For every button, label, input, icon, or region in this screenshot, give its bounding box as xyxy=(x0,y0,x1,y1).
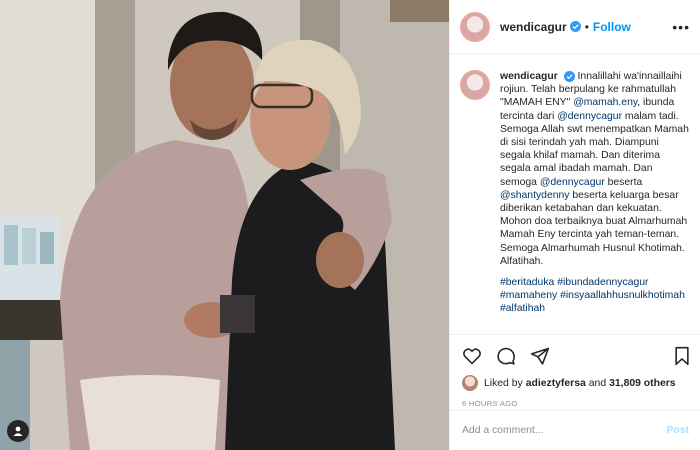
caption-area: wendicagur Innalillahi wa'innaillaihi ro… xyxy=(450,54,700,334)
verified-badge-icon xyxy=(569,21,581,32)
person-icon xyxy=(13,426,23,436)
likes-middle: and xyxy=(588,377,607,389)
post-header: wendicagur • Follow ••• xyxy=(450,0,700,54)
post-timestamp[interactable]: 6 HOURS AGO xyxy=(462,399,691,408)
caption-author-avatar[interactable] xyxy=(460,70,490,100)
likes-prefix: Liked by xyxy=(484,377,523,389)
mention-link[interactable]: @shantydenny xyxy=(500,190,569,201)
instagram-post-frame: wendicagur • Follow ••• wendicagur Innal… xyxy=(0,0,700,450)
author-username[interactable]: wendicagur xyxy=(500,20,567,34)
likes-summary: Liked by adieztyfersa and 31,809 others xyxy=(462,375,691,391)
comment-input[interactable] xyxy=(462,425,667,436)
follow-button[interactable]: Follow xyxy=(593,20,631,34)
bookmark-icon[interactable] xyxy=(673,346,691,366)
hashtag-link[interactable]: #alfatihah xyxy=(500,303,545,314)
caption-username[interactable]: wendicagur xyxy=(500,71,558,82)
likes-count[interactable]: 31,809 others xyxy=(609,378,675,389)
liker-username[interactable]: adieztyfersa xyxy=(526,378,586,389)
hashtag-link[interactable]: #ibundadennycagur xyxy=(557,277,648,288)
mention-link[interactable]: @dennycagur xyxy=(540,177,605,188)
heart-icon[interactable] xyxy=(462,346,482,366)
post-actions: Liked by adieztyfersa and 31,809 others … xyxy=(450,334,700,408)
hashtag-link[interactable]: #mamaheny xyxy=(500,290,557,301)
more-options-icon[interactable]: ••• xyxy=(672,19,690,35)
header-separator: • xyxy=(584,19,589,34)
add-comment-bar: Post xyxy=(450,410,700,450)
hashtag-link[interactable]: #insyaallahhusnulkhotimah xyxy=(560,290,685,301)
action-icons xyxy=(462,343,691,369)
post-photo[interactable] xyxy=(0,0,449,450)
verified-badge-icon xyxy=(563,70,575,82)
caption-segment: beserta xyxy=(604,176,643,188)
post-side-panel: wendicagur • Follow ••• wendicagur Innal… xyxy=(449,0,700,450)
mention-link[interactable]: @dennycagur xyxy=(557,111,622,122)
comment-icon[interactable] xyxy=(496,346,516,366)
caption-row: wendicagur Innalillahi wa'innaillaihi ro… xyxy=(460,70,691,316)
tagged-people-button[interactable] xyxy=(7,420,29,442)
liker-avatar[interactable] xyxy=(462,375,478,391)
paper-plane-icon[interactable] xyxy=(530,346,550,366)
hashtag-list: #beritaduka #ibundadennycagur #mamaheny … xyxy=(500,276,690,316)
hashtag-link[interactable]: #beritaduka xyxy=(500,277,554,288)
mention-link[interactable]: @mamah.eny xyxy=(573,97,637,108)
caption-text: wendicagur Innalillahi wa'innaillaihi ro… xyxy=(500,70,690,316)
author-avatar[interactable] xyxy=(460,11,490,42)
post-comment-button[interactable]: Post xyxy=(666,425,689,436)
caption-segment: beserta keluarga besar diberikan ketabah… xyxy=(500,189,688,267)
photo-illustration xyxy=(0,0,449,450)
